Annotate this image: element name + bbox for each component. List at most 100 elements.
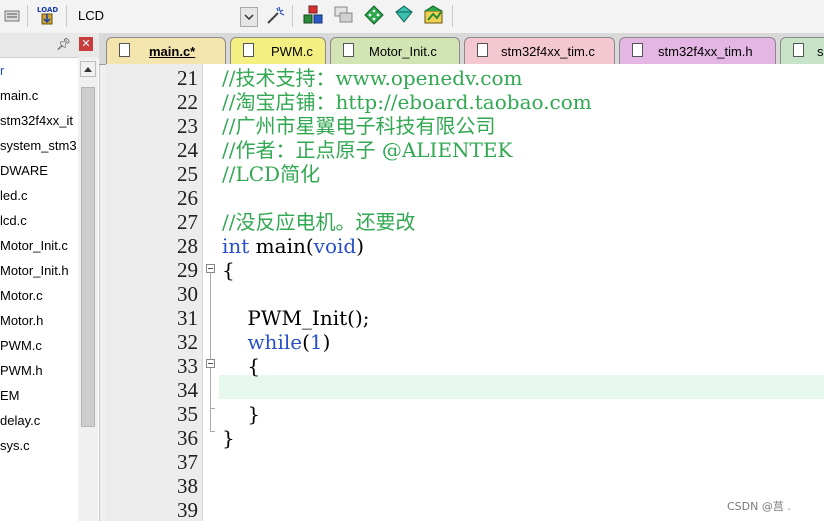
line-number: 32 <box>177 330 198 354</box>
project-tree-group[interactable]: DWARE <box>0 160 48 182</box>
project-tree-item[interactable]: system_stm3 <box>0 135 77 157</box>
line-number: 31 <box>177 306 198 330</box>
line-number: 34 <box>177 378 198 402</box>
file-icon <box>793 43 804 57</box>
line-number: 24 <box>177 138 198 162</box>
window-layout-icon[interactable] <box>333 4 355 26</box>
fold-margin <box>203 64 219 521</box>
fold-collapse-icon[interactable] <box>206 264 215 273</box>
tab-label: stm32f4xx_tim.c <box>501 44 595 59</box>
project-tree-item[interactable]: lcd.c <box>0 210 27 232</box>
tab-main-c[interactable]: main.c* <box>106 37 226 64</box>
watermark: CSDN @莒 . <box>727 500 791 513</box>
toolbar-separator <box>27 5 28 27</box>
code-line[interactable]: } <box>222 402 260 426</box>
project-tree-item[interactable]: sys.c <box>0 435 30 457</box>
code-editor[interactable]: 21 //技术支持：www.openedv.com 22 //淘宝店铺：http://… <box>106 64 824 521</box>
tab-label: main.c* <box>149 44 196 59</box>
line-number: 38 <box>177 474 198 498</box>
project-tree-group[interactable]: EM <box>0 385 20 407</box>
file-icon <box>343 43 354 57</box>
code-line[interactable]: while(1) <box>222 330 330 354</box>
line-number: 23 <box>177 114 198 138</box>
tab-partial[interactable]: s <box>780 37 824 64</box>
code-line[interactable]: //淘宝店铺：http://eboard.taobao.com <box>222 90 592 114</box>
code-line[interactable]: //技术支持：www.openedv.com <box>222 66 523 90</box>
line-number: 22 <box>177 90 198 114</box>
file-icon <box>632 43 643 57</box>
run-time-environment-icon[interactable] <box>423 4 445 26</box>
line-number: 27 <box>177 210 198 234</box>
fold-collapse-icon[interactable] <box>206 359 215 368</box>
fold-guide-end <box>210 408 215 409</box>
code-line[interactable]: } <box>222 426 235 450</box>
code-line[interactable]: { <box>222 354 260 378</box>
project-tree-item[interactable]: Motor.h <box>0 310 43 332</box>
target-select-value: LCD <box>78 8 105 23</box>
line-number: 36 <box>177 426 198 450</box>
line-number: 33 <box>177 354 198 378</box>
tab-label: Motor_Init.c <box>369 44 437 59</box>
tab-label: s <box>817 44 824 59</box>
line-number: 37 <box>177 450 198 474</box>
load-download-icon[interactable]: LOAD <box>36 4 58 26</box>
line-number: 26 <box>177 186 198 210</box>
line-number: 28 <box>177 234 198 258</box>
project-tree-item[interactable]: delay.c <box>0 410 40 432</box>
project-panel: 📌︎ ✕ r main.c stm32f4xx_it system_stm3 D… <box>0 33 100 521</box>
scroll-up-icon[interactable] <box>80 61 96 77</box>
code-line[interactable]: //没反应电机。还要改 <box>222 210 415 234</box>
file-icon <box>477 43 488 57</box>
toolbar-separator <box>292 5 293 27</box>
current-line-highlight <box>219 375 824 399</box>
project-panel-header: 📌︎ ✕ <box>0 33 99 58</box>
code-line[interactable]: int main(void) <box>222 234 364 258</box>
project-tree-item[interactable]: led.c <box>0 185 27 207</box>
toolbar-separator <box>66 5 67 27</box>
close-icon[interactable]: ✕ <box>79 37 93 51</box>
tab-stm32f4xx-tim-h[interactable]: stm32f4xx_tim.h <box>619 37 776 64</box>
code-line[interactable]: //作者：正点原子 @ALIENTEK <box>222 138 512 162</box>
manage-project-items-icon[interactable] <box>302 4 324 26</box>
tab-motor-init-c[interactable]: Motor_Init.c <box>330 37 460 64</box>
project-tree-item[interactable]: PWM.h <box>0 360 43 382</box>
code-line[interactable]: //广州市星翼电子科技有限公司 <box>222 114 495 138</box>
fold-guide-end <box>210 431 215 432</box>
project-tree-item[interactable]: r <box>0 60 4 82</box>
line-number: 30 <box>177 282 198 306</box>
project-tree-scrollbar[interactable] <box>78 57 98 521</box>
code-line[interactable]: //LCD简化 <box>222 162 320 186</box>
tab-label: PWM.c <box>271 44 313 59</box>
tab-stm32f4xx-tim-c[interactable]: stm32f4xx_tim.c <box>464 37 615 64</box>
line-number: 25 <box>177 162 198 186</box>
code-line[interactable]: { <box>222 258 235 282</box>
file-icon <box>243 43 254 57</box>
pin-icon[interactable]: 📌︎ <box>56 37 71 51</box>
line-number: 21 <box>177 66 198 90</box>
line-number: 39 <box>177 498 198 521</box>
tab-pwm-c[interactable]: PWM.c <box>230 37 326 64</box>
batch-build-icon[interactable] <box>2 4 24 26</box>
editor-tabbar: main.c* PWM.c Motor_Init.c stm32f4xx_tim… <box>99 33 824 65</box>
tab-label: stm32f4xx_tim.h <box>658 44 753 59</box>
project-tree-item[interactable]: PWM.c <box>0 335 42 357</box>
pack-installer-icon[interactable] <box>363 4 385 26</box>
load-label: LOAD <box>37 6 58 14</box>
project-tree: r main.c stm32f4xx_it system_stm3 DWARE … <box>0 57 78 521</box>
line-number: 35 <box>177 402 198 426</box>
scrollbar-thumb[interactable] <box>81 87 95 427</box>
magic-wand-options-icon[interactable] <box>264 4 286 26</box>
toolbar: LOAD LCD <box>0 0 824 34</box>
project-tree-item[interactable]: stm32f4xx_it <box>0 110 73 132</box>
line-number: 29 <box>177 258 198 282</box>
project-tree-item[interactable]: Motor_Init.c <box>0 235 68 257</box>
project-tree-item[interactable]: main.c <box>0 85 38 107</box>
project-tree-item[interactable]: Motor.c <box>0 285 43 307</box>
chevron-down-icon[interactable] <box>240 7 258 27</box>
toolbar-separator <box>452 5 453 27</box>
select-software-packs-icon[interactable] <box>393 4 415 26</box>
file-icon <box>119 43 130 57</box>
project-tree-item[interactable]: Motor_Init.h <box>0 260 69 282</box>
code-line[interactable]: PWM_Init(); <box>222 306 369 330</box>
target-select[interactable]: LCD <box>72 6 258 28</box>
